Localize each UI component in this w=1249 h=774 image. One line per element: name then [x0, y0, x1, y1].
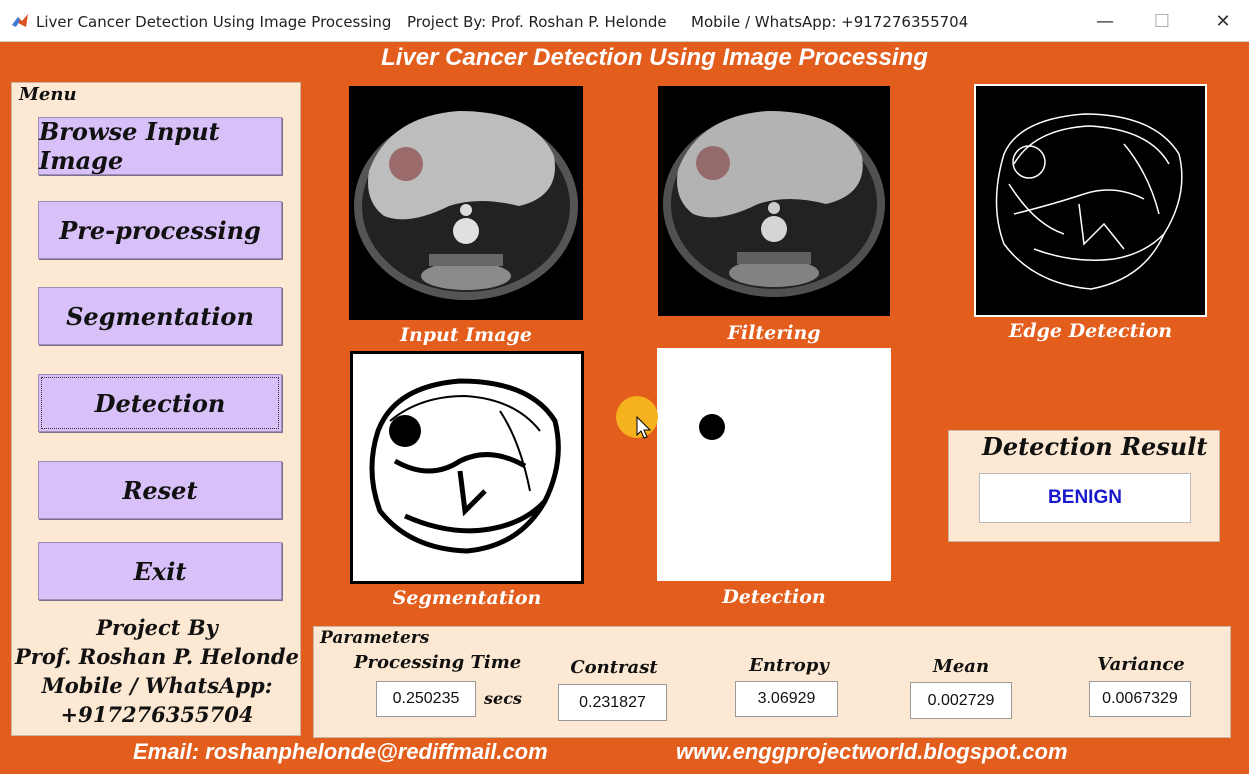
exit-button[interactable]: Exit — [38, 542, 282, 600]
processing-time-field[interactable]: 0.250235 — [376, 681, 476, 717]
reset-button[interactable]: Reset — [38, 461, 282, 519]
edge-detection-image — [974, 84, 1207, 317]
segmentation-image — [350, 351, 584, 584]
detection-image — [657, 348, 891, 581]
footer-website: www.enggprojectworld.blogspot.com — [676, 739, 1068, 764]
title-project-by: Project By: Prof. Roshan P. Helonde — [407, 13, 667, 31]
credits-phone: +917276355704 — [60, 702, 254, 727]
segmentation-caption: Segmentation — [392, 587, 542, 609]
contrast-label: Contrast — [570, 657, 658, 678]
detection-caption: Detection — [722, 586, 826, 608]
detection-result-panel: Detection Result BENIGN — [948, 430, 1220, 542]
menu-panel: Menu Browse Input Image Pre-processing S… — [11, 82, 301, 736]
window-title: Liver Cancer Detection Using Image Proce… — [36, 13, 392, 31]
contrast-field[interactable]: 0.231827 — [558, 684, 667, 721]
footer-email: Email: roshanphelonde@rediffmail.com — [133, 739, 548, 764]
detection-button[interactable]: Detection — [38, 374, 282, 432]
edge-detection-caption: Edge Detection — [1008, 320, 1173, 342]
parameters-title: Parameters — [317, 628, 433, 648]
matlab-icon — [12, 14, 28, 27]
input-image — [349, 86, 583, 320]
credits-project-by: Project By — [96, 615, 218, 640]
title-mobile: Mobile / WhatsApp: +917276355704 — [691, 13, 969, 31]
app-banner-title: Liver Cancer Detection Using Image Proce… — [381, 44, 928, 71]
parameters-panel: Parameters Processing Time 0.250235 secs… — [313, 626, 1231, 738]
close-button[interactable]: ✕ — [1200, 0, 1246, 42]
detection-result-title: Detection Result — [979, 432, 1211, 461]
variance-label: Variance — [1097, 654, 1185, 675]
filtering-caption: Filtering — [727, 322, 821, 344]
segmentation-button[interactable]: Segmentation — [38, 287, 282, 345]
filtering-image — [658, 86, 890, 316]
mean-field[interactable]: 0.002729 — [910, 682, 1012, 719]
title-bar: Liver Cancer Detection Using Image Proce… — [0, 0, 1249, 42]
credits-author: Prof. Roshan P. Helonde — [15, 644, 299, 669]
maximize-button[interactable]: ☐ — [1139, 0, 1185, 42]
mean-label: Mean — [932, 656, 990, 677]
entropy-field[interactable]: 3.06929 — [735, 681, 838, 717]
credits-mobile-label: Mobile / WhatsApp: — [41, 673, 273, 698]
mouse-pointer-icon — [636, 416, 652, 439]
processing-time-unit: secs — [484, 689, 522, 708]
entropy-label: Entropy — [749, 655, 829, 676]
browse-input-image-button[interactable]: Browse Input Image — [38, 117, 282, 175]
detection-result-value: BENIGN — [979, 473, 1191, 523]
menu-title: Menu — [16, 84, 80, 105]
variance-field[interactable]: 0.0067329 — [1089, 681, 1191, 717]
input-image-caption: Input Image — [400, 324, 532, 346]
preprocessing-button[interactable]: Pre-processing — [38, 201, 282, 259]
processing-time-label: Processing Time — [354, 652, 522, 673]
minimize-button[interactable]: — — [1082, 0, 1128, 42]
